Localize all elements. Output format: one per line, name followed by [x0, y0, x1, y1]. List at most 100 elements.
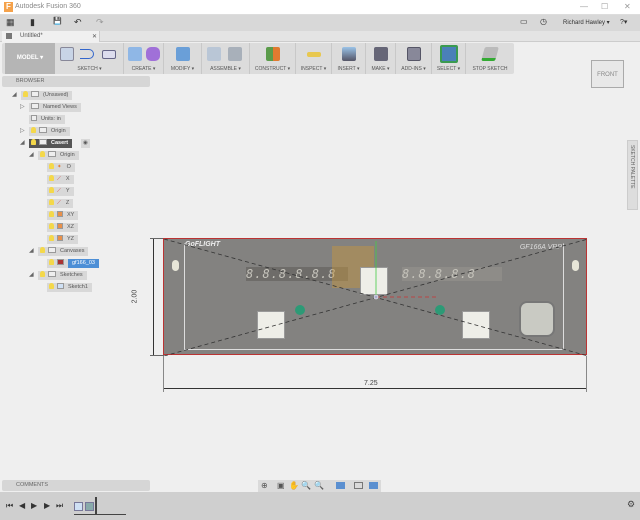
stop-sketch-group[interactable]: STOP SKETCH	[466, 43, 514, 74]
tree-node-canvas-image[interactable]: gf166_03	[47, 259, 99, 268]
construct-group[interactable]: CONSTRUCT ▾	[250, 43, 296, 74]
scripts-icon[interactable]	[407, 47, 421, 61]
previous-step-button[interactable]: ◀	[19, 501, 25, 510]
go-to-end-button[interactable]: ⏭	[56, 501, 63, 511]
expand-icon[interactable]: ▷	[20, 127, 25, 134]
timeline-settings-gear-icon[interactable]: ⚙	[627, 499, 635, 510]
visibility-bulb-icon[interactable]	[49, 223, 54, 229]
file-menu-icon[interactable]: ▮	[30, 17, 35, 28]
next-step-button[interactable]: ▶	[44, 501, 50, 510]
maximize-button[interactable]: ☐	[601, 2, 608, 11]
viewports-icon[interactable]	[369, 482, 378, 489]
zoom-icon[interactable]: 🔍	[301, 481, 311, 490]
3d-print-icon[interactable]	[374, 47, 388, 61]
inspect-menu[interactable]: INSPECT ▾	[296, 66, 331, 72]
close-button[interactable]: ✕	[624, 2, 631, 11]
grid-settings-icon[interactable]	[354, 482, 363, 489]
assemble-menu[interactable]: ASSEMBLE ▾	[202, 66, 249, 72]
height-dimension-line[interactable]	[153, 238, 154, 355]
modify-menu[interactable]: MODIFY ▾	[164, 66, 201, 72]
save-icon[interactable]: 💾	[53, 17, 62, 25]
press-pull-icon[interactable]	[176, 47, 190, 61]
expand-icon[interactable]: ▷	[20, 103, 25, 110]
select-menu[interactable]: SELECT ▾	[432, 66, 465, 72]
tree-node-x[interactable]: ⟋ X	[47, 175, 74, 184]
stop-sketch-icon[interactable]	[481, 47, 499, 61]
tree-node-z[interactable]: ⟋ Z	[47, 199, 74, 208]
tree-node-sketches[interactable]: Sketches	[38, 271, 87, 280]
collapse-icon[interactable]: ◢	[29, 247, 34, 254]
sketch-group[interactable]: SKETCH ▾	[56, 43, 124, 74]
timeline-marker[interactable]	[95, 497, 97, 515]
width-dimension-line[interactable]	[163, 388, 587, 389]
tree-node-named-views[interactable]: Named Views	[29, 103, 81, 112]
create-menu[interactable]: CREATE ▾	[124, 66, 163, 72]
form-icon[interactable]	[146, 47, 160, 61]
extrude-icon[interactable]	[128, 47, 142, 61]
visibility-bulb-icon[interactable]	[49, 211, 54, 217]
look-at-icon[interactable]: ▣	[277, 481, 285, 490]
job-status-icon[interactable]: ◷	[540, 17, 547, 26]
tree-node-sketch1[interactable]: Sketch1	[47, 283, 92, 292]
sketch-menu[interactable]: SKETCH ▾	[56, 66, 123, 72]
make-group[interactable]: MAKE ▾	[366, 43, 396, 74]
visibility-bulb-icon[interactable]	[31, 127, 36, 133]
tree-node-o[interactable]: ✦ O	[47, 163, 75, 172]
assemble-group[interactable]: ASSEMBLE ▾	[202, 43, 250, 74]
joint-icon[interactable]	[228, 47, 242, 61]
close-tab-icon[interactable]: ✕	[92, 33, 97, 40]
insert-group[interactable]: INSERT ▾	[332, 43, 366, 74]
tree-node-casert[interactable]: Casert	[29, 139, 73, 148]
add-ins-menu[interactable]: ADD-INS ▾	[396, 66, 431, 72]
make-menu[interactable]: MAKE ▾	[366, 66, 395, 72]
comments-panel[interactable]: COMMENTS	[2, 480, 150, 491]
collapse-icon[interactable]: ◢	[29, 151, 34, 158]
notifications-icon[interactable]: ▭	[520, 17, 528, 26]
collapse-icon[interactable]: ◢	[12, 91, 17, 98]
add-ins-group[interactable]: ADD-INS ▾	[396, 43, 432, 74]
visibility-bulb-icon[interactable]	[49, 187, 54, 193]
visibility-bulb-icon[interactable]	[49, 199, 54, 205]
select-group[interactable]: SELECT ▾	[432, 43, 466, 74]
visibility-bulb-icon[interactable]	[40, 151, 45, 157]
create-group[interactable]: CREATE ▾	[124, 43, 164, 74]
tree-node-root[interactable]: (Unsaved)	[21, 91, 73, 100]
tree-node-canvases[interactable]: Canvases	[38, 247, 89, 256]
user-menu[interactable]: Richard Hawley ▾	[563, 19, 610, 26]
help-menu[interactable]: ?▾	[620, 18, 627, 26]
document-tab[interactable]: Untitled* ✕	[2, 31, 100, 42]
offset-plane-icon[interactable]	[266, 47, 280, 61]
inspect-group[interactable]: INSPECT ▾	[296, 43, 332, 74]
tree-node-origin-sub[interactable]: Origin	[38, 151, 79, 160]
measure-icon[interactable]	[307, 52, 321, 57]
visibility-bulb-icon[interactable]	[23, 91, 28, 97]
modify-group[interactable]: MODIFY ▾	[164, 43, 202, 74]
visibility-bulb-icon[interactable]	[49, 283, 54, 289]
collapse-icon[interactable]: ◢	[20, 139, 25, 146]
select-icon[interactable]	[440, 45, 458, 63]
height-dimension[interactable]: 2.00	[131, 290, 138, 304]
workspace-switcher[interactable]: MODEL ▾	[5, 43, 55, 74]
display-settings-icon[interactable]	[336, 482, 345, 489]
rectangle-icon[interactable]	[102, 50, 116, 59]
insert-menu[interactable]: INSERT ▾	[332, 66, 365, 72]
redo-icon[interactable]: ↷	[96, 17, 104, 28]
timeline-canvas-feature-icon[interactable]	[85, 502, 94, 511]
width-dimension[interactable]: 7.25	[364, 380, 378, 387]
create-sketch-icon[interactable]	[60, 47, 74, 61]
browser-header[interactable]: BROWSER	[2, 76, 150, 87]
tree-node-origin[interactable]: Origin	[29, 127, 70, 136]
visibility-bulb-icon[interactable]	[49, 259, 54, 265]
arc-icon[interactable]	[80, 49, 94, 59]
new-component-icon[interactable]	[207, 47, 221, 61]
viewcube[interactable]: FRONT	[591, 60, 624, 88]
visibility-bulb-icon[interactable]	[40, 271, 45, 277]
tree-node-y[interactable]: ⟋ Y	[47, 187, 74, 196]
pan-icon[interactable]: ✋	[289, 481, 299, 490]
insert-image-icon[interactable]	[342, 47, 356, 61]
canvas-image[interactable]: GoFLIGHT GF166A VRP 8.8.8.8.8.8 8.8.8.8.…	[163, 238, 588, 356]
visibility-bulb-icon[interactable]	[49, 175, 54, 181]
tree-node-xz[interactable]: XZ	[47, 223, 79, 232]
construct-menu[interactable]: CONSTRUCT ▾	[250, 66, 295, 72]
activate-component-radio[interactable]: ◉	[81, 139, 90, 148]
